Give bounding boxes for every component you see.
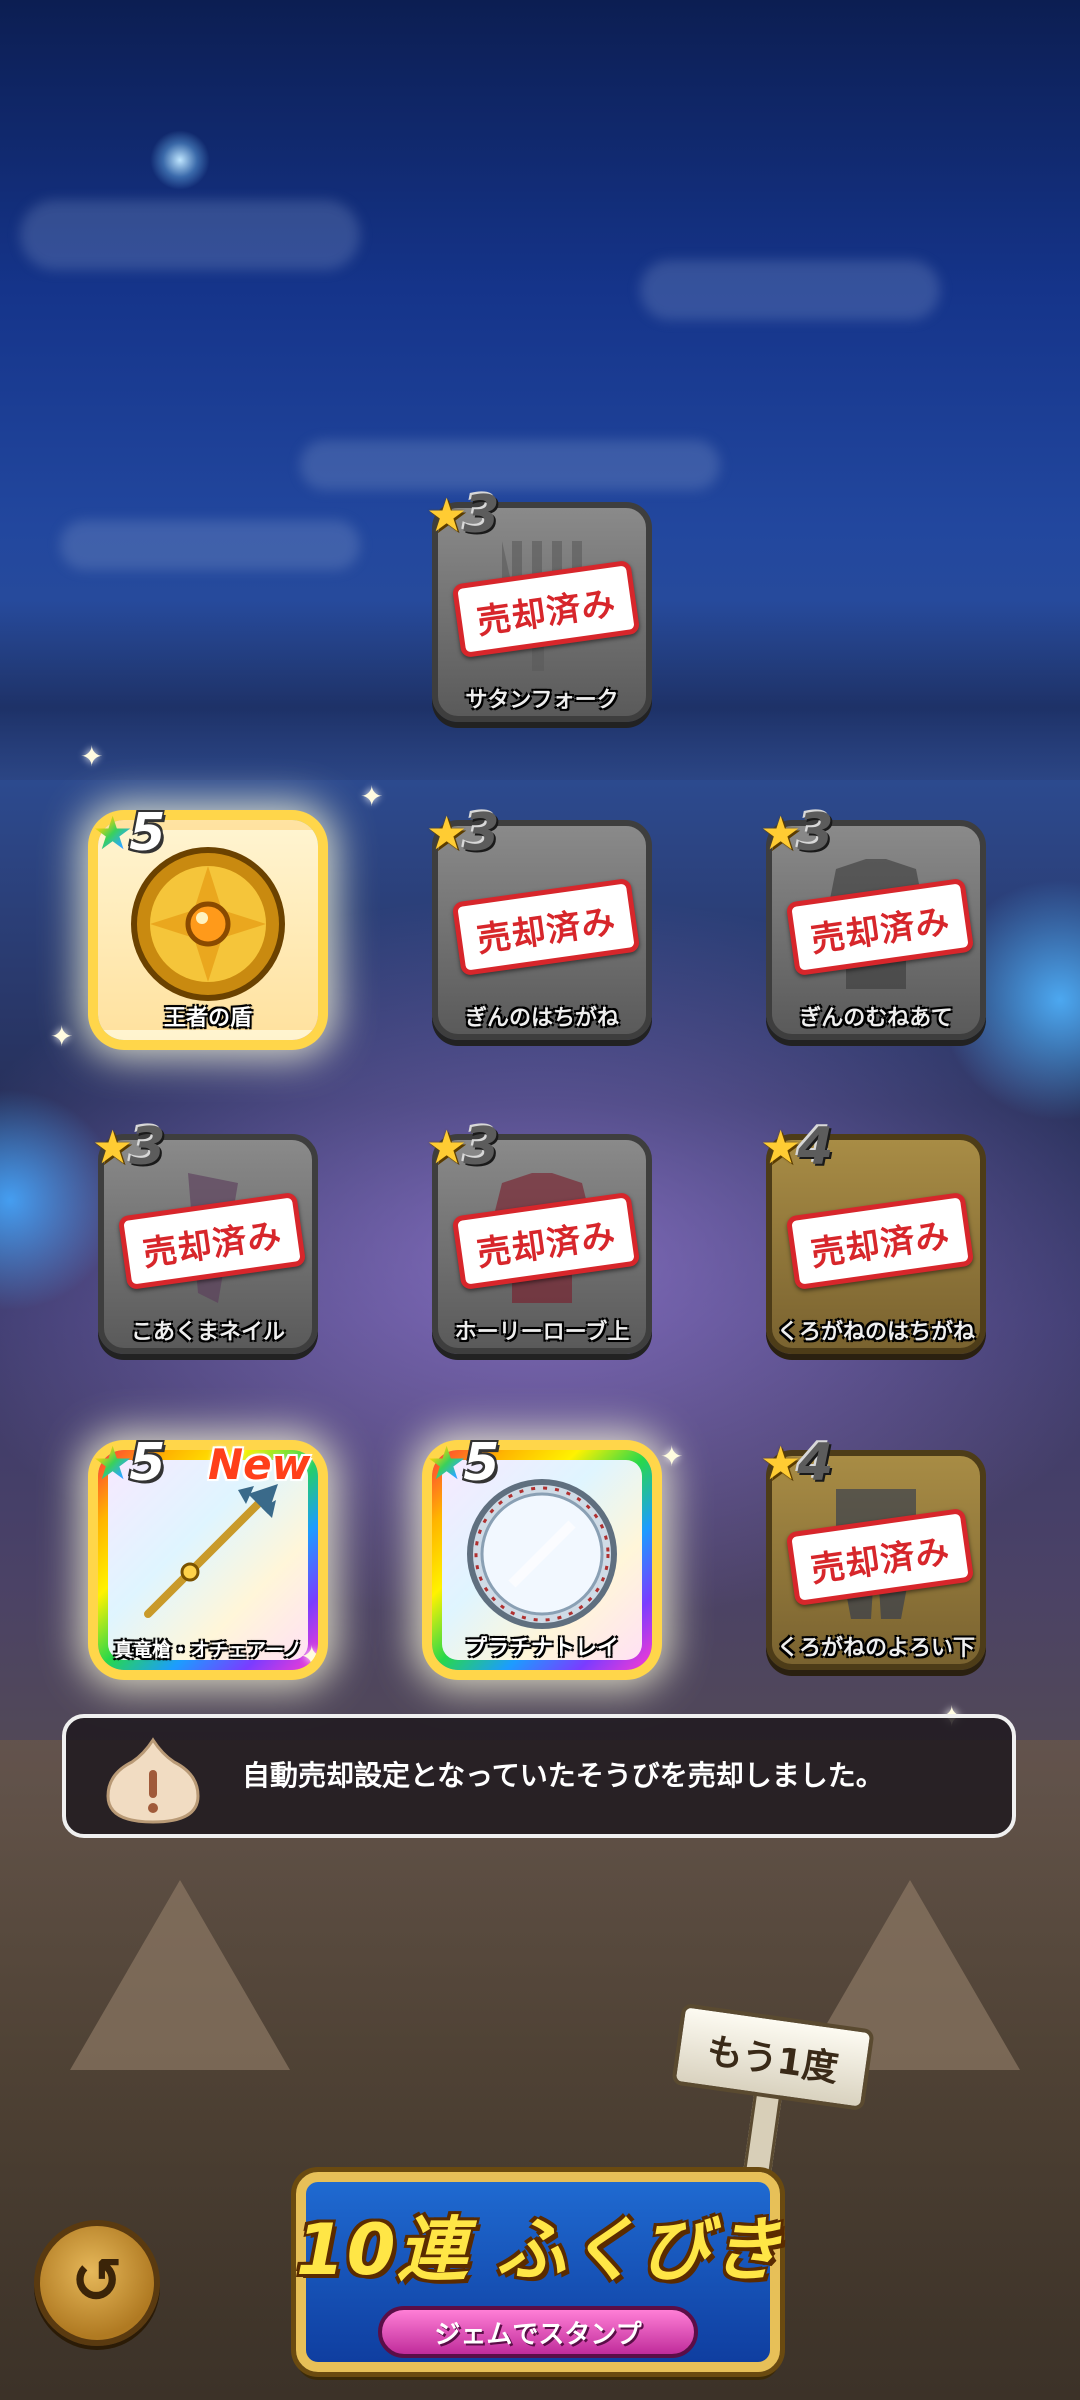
star-icon: ★ — [426, 1120, 468, 1174]
item-card[interactable]: ★ 4 売却済み くろがねのよろい下 — [760, 1433, 986, 1670]
rarity-badge: ★ 4 — [760, 1117, 834, 1177]
item-name: こあくまネイル — [130, 1320, 285, 1345]
rarity-number: 3 — [463, 485, 500, 545]
item-name: ぎんのはちがね — [464, 1006, 619, 1031]
item-card[interactable]: ★ 3 売却済み ぎんのむねあて — [760, 803, 986, 1040]
cloud — [640, 260, 940, 320]
item-name: サタンフォーク — [465, 688, 619, 713]
star-icon: ★ — [92, 1436, 134, 1490]
star-icon: ★ — [92, 806, 134, 860]
item-card[interactable]: ★ 3 売却済み ホーリーローブ上 — [426, 1117, 652, 1354]
back-button[interactable]: ↺ — [34, 2220, 160, 2346]
rarity-badge: ★ 3 — [760, 803, 834, 863]
item-name: ホーリーローブ上 — [454, 1320, 630, 1345]
gacha-title: 10連 ふくびき — [296, 2209, 784, 2291]
item-name: ぎんのむねあて — [799, 1006, 953, 1031]
slime-alert-icon — [104, 1736, 202, 1824]
item-name: 真竜槍・オチェアーノ — [114, 1639, 302, 1661]
item-card[interactable]: ★ 3 売却済み こあくまネイル — [92, 1117, 318, 1354]
rarity-badge: ★ 5 — [92, 803, 166, 863]
item-card[interactable]: ★ 5 王者の盾 — [92, 803, 318, 1040]
rarity-badge: ★ 5 — [426, 1433, 500, 1493]
star-icon: ★ — [426, 806, 468, 860]
item-name: くろがねのよろい下 — [776, 1636, 975, 1661]
rarity-badge: ★ 4 — [760, 1433, 834, 1493]
rarity-number: 3 — [797, 803, 834, 863]
tray-icon — [462, 1474, 622, 1638]
shield-icon — [128, 844, 288, 1008]
item-card[interactable]: ★ 5 New 真竜槍・オチェアーノ — [92, 1433, 318, 1670]
rarity-number: 5 — [463, 1433, 500, 1493]
rarity-badge: ★ 3 — [426, 803, 500, 863]
back-arrow-icon: ↺ — [71, 2243, 123, 2317]
item-name: くろがねのはちがね — [776, 1320, 975, 1345]
cloud — [60, 520, 360, 570]
rarity-number: 3 — [463, 803, 500, 863]
cloud — [300, 440, 720, 490]
rarity-number: 4 — [797, 1433, 834, 1493]
sky-star — [150, 130, 210, 190]
rarity-badge: ★ 3 — [92, 1117, 166, 1177]
item-card[interactable]: ★ 3 売却済み ぎんのはちがね — [426, 803, 652, 1040]
rarity-badge: ★ 5 — [92, 1433, 166, 1493]
rarity-badge: ★ 3 — [426, 485, 500, 545]
rarity-badge: ★ 3 — [426, 1117, 500, 1177]
item-card[interactable]: ★ 4 売却済み くろがねのはちがね — [760, 1117, 986, 1354]
star-icon: ★ — [760, 1120, 802, 1174]
star-icon: ★ — [92, 1120, 134, 1174]
item-name: プラチナトレイ — [464, 1636, 619, 1661]
rarity-number: 3 — [129, 1117, 166, 1177]
spear-icon — [128, 1474, 288, 1638]
star-icon: ★ — [760, 1436, 802, 1490]
rarity-number: 5 — [129, 803, 166, 863]
gem-stamp-label: ジェムでスタンプ — [378, 2306, 698, 2358]
rarity-number: 4 — [797, 1117, 834, 1177]
rarity-number: 5 — [129, 1433, 166, 1493]
star-icon: ★ — [426, 488, 468, 542]
cloud — [20, 200, 360, 270]
sparkle-icon: ✦ — [80, 740, 104, 773]
star-icon: ★ — [426, 1436, 468, 1490]
item-card[interactable]: ★ 3 売却済み サタンフォーク — [426, 485, 652, 722]
sparkle-icon: ✦ — [50, 1020, 74, 1053]
sparkle-icon: ✦ — [360, 780, 384, 813]
star-icon: ★ — [760, 806, 802, 860]
sparkle-icon: ✦ — [660, 1440, 684, 1473]
auto-sell-message: 自動売却設定となっていたそうびを売却しました。 — [62, 1714, 1016, 1838]
rarity-number: 3 — [463, 1117, 500, 1177]
message-text: 自動売却設定となっていたそうびを売却しました。 — [242, 1759, 884, 1792]
floor-pyramid — [70, 1880, 290, 2070]
new-badge: New — [208, 1440, 311, 1489]
item-card[interactable]: ★ 5 プラチナトレイ — [426, 1433, 652, 1670]
gacha-10-draw-button[interactable]: 10連 ふくびき ジェムでスタンプ — [296, 2172, 784, 2372]
item-name: 王者の盾 — [163, 1006, 252, 1031]
